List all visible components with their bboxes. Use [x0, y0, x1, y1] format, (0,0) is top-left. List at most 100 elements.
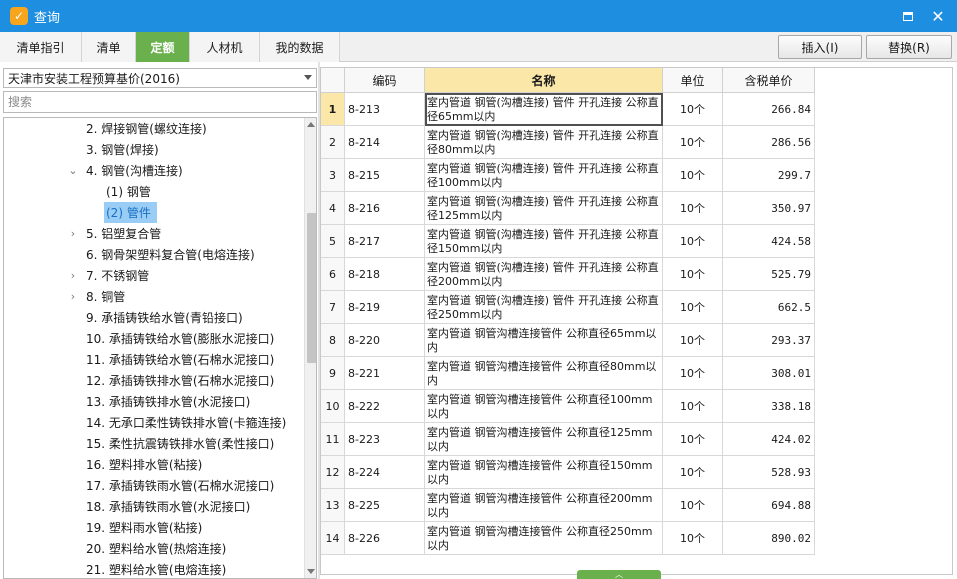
search-input[interactable]: [3, 91, 317, 113]
chevron-right-icon[interactable]: ›: [68, 286, 78, 307]
price-cell[interactable]: 286.56: [723, 126, 815, 159]
name-cell[interactable]: 室内管道 钢管(沟槽连接) 管件 开孔连接 公称直径200mm以内: [425, 258, 663, 291]
row-number[interactable]: 6: [321, 258, 345, 291]
row-number[interactable]: 2: [321, 126, 345, 159]
code-cell[interactable]: 8-226: [345, 522, 425, 555]
unit-cell[interactable]: 10个: [663, 225, 723, 258]
name-cell[interactable]: 室内管道 钢管(沟槽连接) 管件 开孔连接 公称直径65mm以内: [425, 93, 663, 126]
name-cell[interactable]: 室内管道 钢管(沟槽连接) 管件 开孔连接 公称直径100mm以内: [425, 159, 663, 192]
code-cell[interactable]: 8-213: [345, 93, 425, 126]
price-cell[interactable]: 424.58: [723, 225, 815, 258]
unit-cell[interactable]: 10个: [663, 390, 723, 423]
name-cell[interactable]: 室内管道 钢管沟槽连接管件 公称直径80mm以内: [425, 357, 663, 390]
row-number[interactable]: 8: [321, 324, 345, 357]
tree-item[interactable]: 21. 塑料给水管(电熔连接): [4, 559, 302, 578]
name-cell[interactable]: 室内管道 钢管沟槽连接管件 公称直径250mm以内: [425, 522, 663, 555]
unit-cell[interactable]: 10个: [663, 456, 723, 489]
tab-quota[interactable]: 定额: [136, 32, 190, 62]
name-cell[interactable]: 室内管道 钢管沟槽连接管件 公称直径65mm以内: [425, 324, 663, 357]
tree-item[interactable]: 14. 无承口柔性铸铁排水管(卡箍连接): [4, 412, 302, 433]
close-icon[interactable]: ✕: [928, 6, 948, 26]
code-cell[interactable]: 8-221: [345, 357, 425, 390]
price-cell[interactable]: 266.84: [723, 93, 815, 126]
tree-item[interactable]: 15. 柔性抗震铸铁排水管(柔性接口): [4, 433, 302, 454]
row-number[interactable]: 13: [321, 489, 345, 522]
tab-labor-material-machine[interactable]: 人材机: [190, 32, 260, 62]
name-cell[interactable]: 室内管道 钢管(沟槽连接) 管件 开孔连接 公称直径125mm以内: [425, 192, 663, 225]
tree-item[interactable]: 11. 承插铸铁给水管(石棉水泥接口): [4, 349, 302, 370]
tree-item[interactable]: 13. 承插铸铁排水管(水泥接口): [4, 391, 302, 412]
insert-button[interactable]: 插入(I): [778, 35, 862, 59]
row-number[interactable]: 12: [321, 456, 345, 489]
scrollbar-thumb[interactable]: [307, 213, 316, 363]
code-cell[interactable]: 8-224: [345, 456, 425, 489]
scroll-down-icon[interactable]: [307, 569, 315, 574]
code-cell[interactable]: 8-225: [345, 489, 425, 522]
unit-cell[interactable]: 10个: [663, 489, 723, 522]
price-cell[interactable]: 694.88: [723, 489, 815, 522]
unit-column-header[interactable]: 单位: [663, 68, 723, 93]
tree-item[interactable]: › 7. 不锈钢管: [4, 265, 302, 286]
tree-item[interactable]: 20. 塑料给水管(热熔连接): [4, 538, 302, 559]
row-number[interactable]: 7: [321, 291, 345, 324]
row-number[interactable]: 1: [321, 93, 345, 126]
name-cell[interactable]: 室内管道 钢管沟槽连接管件 公称直径200mm以内: [425, 489, 663, 522]
name-cell[interactable]: 室内管道 钢管(沟槽连接) 管件 开孔连接 公称直径150mm以内: [425, 225, 663, 258]
price-column-header[interactable]: 含税单价: [723, 68, 815, 93]
price-cell[interactable]: 293.37: [723, 324, 815, 357]
price-cell[interactable]: 662.5: [723, 291, 815, 324]
tree-item[interactable]: 3. 钢管(焊接): [4, 139, 302, 160]
chevron-down-icon[interactable]: ⌄: [68, 160, 78, 181]
tree-item[interactable]: 19. 塑料雨水管(粘接): [4, 517, 302, 538]
tree-item[interactable]: 10. 承插铸铁给水管(膨胀水泥接口): [4, 328, 302, 349]
unit-cell[interactable]: 10个: [663, 324, 723, 357]
row-number[interactable]: 11: [321, 423, 345, 456]
name-column-header[interactable]: 名称: [425, 68, 663, 93]
code-cell[interactable]: 8-219: [345, 291, 425, 324]
tree-scrollbar[interactable]: [304, 118, 316, 578]
tab-my-data[interactable]: 我的数据: [260, 32, 340, 62]
row-number[interactable]: 3: [321, 159, 345, 192]
chevron-right-icon[interactable]: ›: [68, 223, 78, 244]
tree-item[interactable]: 17. 承插铸铁雨水管(石棉水泥接口): [4, 475, 302, 496]
code-cell[interactable]: 8-215: [345, 159, 425, 192]
unit-cell[interactable]: 10个: [663, 192, 723, 225]
tree-item[interactable]: 2. 焊接钢管(螺纹连接): [4, 118, 302, 139]
code-cell[interactable]: 8-220: [345, 324, 425, 357]
row-number[interactable]: 9: [321, 357, 345, 390]
unit-cell[interactable]: 10个: [663, 357, 723, 390]
unit-cell[interactable]: 10个: [663, 93, 723, 126]
code-cell[interactable]: 8-222: [345, 390, 425, 423]
name-cell[interactable]: 室内管道 钢管沟槽连接管件 公称直径125mm以内: [425, 423, 663, 456]
replace-button[interactable]: 替换(R): [866, 35, 952, 59]
code-cell[interactable]: 8-217: [345, 225, 425, 258]
unit-cell[interactable]: 10个: [663, 522, 723, 555]
scroll-up-icon[interactable]: [307, 122, 315, 127]
tree-item[interactable]: 18. 承插铸铁雨水管(水泥接口): [4, 496, 302, 517]
maximize-icon[interactable]: [898, 6, 918, 26]
expand-panel-handle[interactable]: ︿: [577, 570, 661, 579]
tree-item[interactable]: 12. 承插铸铁排水管(石棉水泥接口): [4, 370, 302, 391]
price-cell[interactable]: 525.79: [723, 258, 815, 291]
tree-item[interactable]: › 5. 铝塑复合管: [4, 223, 302, 244]
chevron-right-icon[interactable]: ›: [68, 265, 78, 286]
code-cell[interactable]: 8-216: [345, 192, 425, 225]
tree-item[interactable]: 6. 钢骨架塑料复合管(电熔连接): [4, 244, 302, 265]
tree-item[interactable]: 9. 承插铸铁给水管(青铅接口): [4, 307, 302, 328]
tree-item[interactable]: › 8. 铜管: [4, 286, 302, 307]
price-cell[interactable]: 350.97: [723, 192, 815, 225]
name-cell[interactable]: 室内管道 钢管沟槽连接管件 公称直径100mm以内: [425, 390, 663, 423]
price-cell[interactable]: 424.02: [723, 423, 815, 456]
tree-item[interactable]: ⌄ 4. 钢管(沟槽连接): [4, 160, 302, 181]
code-column-header[interactable]: 编码: [345, 68, 425, 93]
row-number[interactable]: 5: [321, 225, 345, 258]
name-cell[interactable]: 室内管道 钢管(沟槽连接) 管件 开孔连接 公称直径250mm以内: [425, 291, 663, 324]
price-cell[interactable]: 890.02: [723, 522, 815, 555]
price-cell[interactable]: 528.93: [723, 456, 815, 489]
price-cell[interactable]: 338.18: [723, 390, 815, 423]
code-cell[interactable]: 8-218: [345, 258, 425, 291]
unit-cell[interactable]: 10个: [663, 126, 723, 159]
tree-item[interactable]: (2) 管件: [4, 202, 302, 223]
code-cell[interactable]: 8-214: [345, 126, 425, 159]
name-cell[interactable]: 室内管道 钢管沟槽连接管件 公称直径150mm以内: [425, 456, 663, 489]
